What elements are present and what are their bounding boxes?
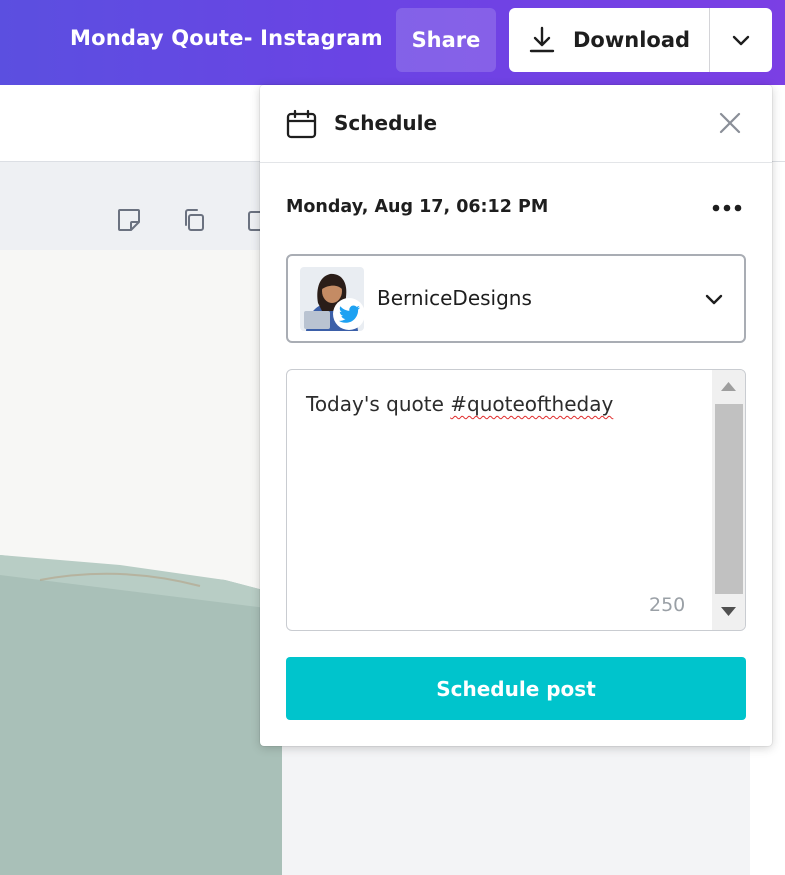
scheduled-datetime[interactable]: Monday, Aug 17, 06:12 PM	[286, 197, 548, 217]
schedule-panel-header: Schedule	[260, 85, 772, 163]
caption-hashtag: #quoteoftheday	[450, 392, 614, 416]
caption-text: Today's quote #quoteoftheday	[306, 392, 613, 416]
download-button-group: Download	[509, 8, 772, 72]
schedule-post-button[interactable]: Schedule post	[286, 657, 746, 720]
share-button[interactable]: Share	[396, 8, 496, 72]
scrollbar-thumb[interactable]	[715, 404, 743, 594]
scroll-down-arrow-icon[interactable]	[720, 606, 737, 618]
design-canvas[interactable]	[0, 250, 282, 875]
chevron-down-icon	[732, 35, 750, 46]
account-name: BerniceDesigns	[377, 286, 532, 310]
close-icon[interactable]	[714, 107, 746, 139]
calendar-icon	[286, 109, 317, 139]
sticky-note-icon[interactable]	[115, 206, 143, 234]
panel-title: Schedule	[334, 111, 438, 135]
download-label: Download	[573, 28, 691, 52]
scroll-up-arrow-icon[interactable]	[720, 380, 737, 392]
top-bar: Monday Qoute- Instagram Share Download	[0, 0, 785, 85]
more-options-icon[interactable]	[706, 195, 748, 221]
duplicate-icon[interactable]	[180, 206, 208, 234]
caption-scrollbar[interactable]	[712, 370, 745, 630]
document-title[interactable]: Monday Qoute- Instagram	[70, 26, 383, 50]
account-selector[interactable]: BerniceDesigns	[286, 254, 746, 343]
download-icon	[529, 26, 555, 53]
twitter-icon	[333, 298, 365, 330]
canvas-background-image	[0, 555, 282, 875]
download-options-button[interactable]	[710, 8, 772, 72]
caption-textarea[interactable]: Today's quote #quoteoftheday 250	[286, 369, 746, 631]
schedule-panel: Schedule Monday, Aug 17, 06:12 PM Bernic…	[260, 85, 772, 746]
chevron-down-icon	[705, 294, 723, 305]
download-button[interactable]: Download	[509, 8, 709, 72]
character-count: 250	[649, 594, 686, 616]
caption-plain-text: Today's quote	[306, 392, 451, 416]
